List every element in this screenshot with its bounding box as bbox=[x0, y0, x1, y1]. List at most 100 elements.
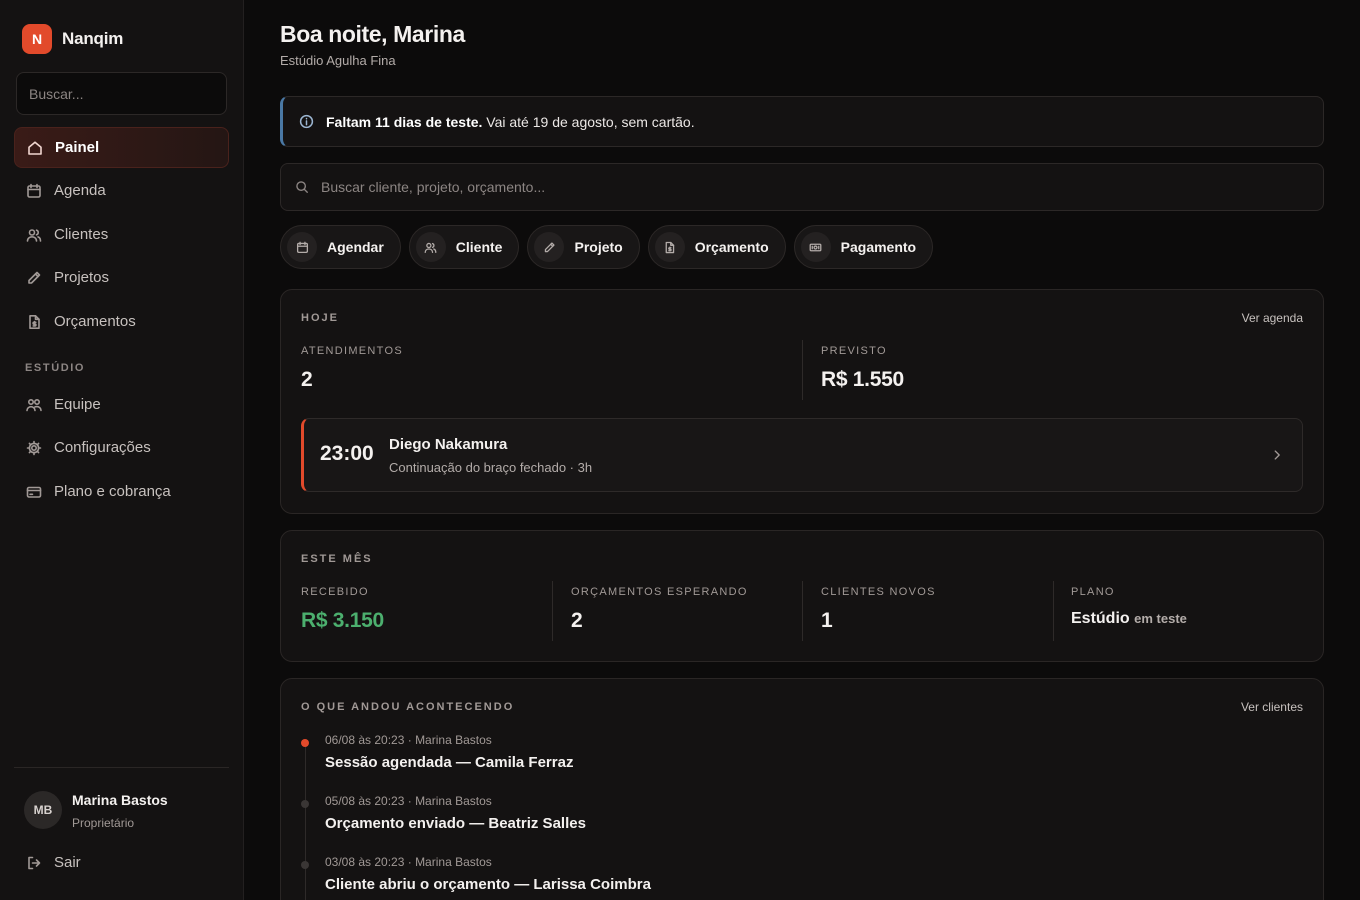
timeline-dot bbox=[301, 800, 309, 808]
document-dollar-icon bbox=[26, 314, 42, 330]
received-value: R$ 3.150 bbox=[301, 609, 384, 632]
quick-action-label: Pagamento bbox=[840, 239, 917, 255]
view-agenda-link[interactable]: Ver agenda bbox=[1242, 311, 1303, 325]
new-clients-value: 1 bbox=[821, 609, 833, 632]
activity-text[interactable]: Sessão agendada — Camila Ferraz bbox=[325, 754, 573, 771]
stat-divider bbox=[552, 581, 553, 641]
timeline-dot bbox=[301, 739, 309, 747]
activity-text[interactable]: Orçamento enviado — Beatriz Salles bbox=[325, 815, 586, 832]
trial-banner: Faltam 11 dias de teste. Vai até 19 de a… bbox=[280, 96, 1324, 147]
pen-icon bbox=[26, 270, 42, 286]
stat-divider bbox=[802, 581, 803, 641]
view-clients-link[interactable]: Ver clientes bbox=[1241, 700, 1303, 714]
activity-title: O QUE ANDOU ACONTECENDO bbox=[301, 701, 515, 713]
activity-text[interactable]: Cliente abriu o orçamento — Larissa Coim… bbox=[325, 876, 651, 893]
stat-divider bbox=[802, 340, 803, 400]
today-card: HOJE Ver agenda ATENDIMENTOS 2 PREVISTO … bbox=[280, 289, 1324, 514]
quick-action-orcamento[interactable]: Orçamento bbox=[647, 225, 786, 269]
info-icon bbox=[299, 114, 314, 129]
global-search[interactable] bbox=[280, 163, 1324, 211]
users-icon bbox=[26, 227, 42, 243]
credit-card-icon bbox=[26, 484, 42, 500]
sidebar-item-label: Projetos bbox=[54, 269, 110, 286]
trial-details: Vai até 19 de agosto, sem cartão. bbox=[486, 113, 695, 130]
logout-button[interactable]: Sair bbox=[14, 842, 229, 883]
trial-message: Faltam 11 dias de teste. Vai até 19 de a… bbox=[326, 114, 695, 130]
calendar-icon bbox=[287, 232, 317, 262]
team-icon bbox=[26, 397, 42, 413]
sidebar-item-plano[interactable]: Plano e cobrança bbox=[14, 471, 229, 512]
forecast-label: PREVISTO bbox=[821, 345, 887, 357]
avatar[interactable]: MB bbox=[24, 791, 62, 829]
activity-meta: 03/08 às 20:23 · Marina Bastos bbox=[325, 855, 492, 869]
quick-action-label: Projeto bbox=[574, 239, 623, 255]
user-name: Marina Bastos bbox=[72, 792, 168, 808]
plan-label: PLANO bbox=[1071, 586, 1115, 598]
appointment-client: Diego Nakamura bbox=[389, 436, 508, 453]
sidebar-item-agenda[interactable]: Agenda bbox=[14, 170, 229, 211]
logout-icon bbox=[26, 855, 42, 871]
sidebar-item-configuracoes[interactable]: Configurações bbox=[14, 427, 229, 468]
global-search-input[interactable] bbox=[321, 164, 1323, 210]
sidebar-section-title: ESTÚDIO bbox=[25, 362, 86, 374]
sidebar-item-label: Orçamentos bbox=[54, 313, 136, 330]
gear-icon bbox=[26, 440, 42, 456]
appointment-description: Continuação do braço fechado · 3h bbox=[389, 460, 593, 475]
sidebar-item-equipe[interactable]: Equipe bbox=[14, 384, 229, 425]
appointments-value: 2 bbox=[301, 368, 313, 391]
received-label: RECEBIDO bbox=[301, 586, 369, 598]
brand[interactable]: N Nanqim bbox=[22, 24, 123, 54]
sidebar-item-label: Plano e cobrança bbox=[54, 483, 171, 500]
timeline-line bbox=[305, 745, 306, 900]
pen-icon bbox=[534, 232, 565, 262]
pending-quotes-label: ORÇAMENTOS ESPERANDO bbox=[571, 586, 748, 598]
sidebar-item-painel[interactable]: Painel bbox=[14, 127, 229, 168]
new-clients-label: CLIENTES NOVOS bbox=[821, 586, 936, 598]
stat-divider bbox=[1053, 581, 1054, 641]
forecast-value: R$ 1.550 bbox=[821, 368, 904, 391]
sidebar-item-label: Clientes bbox=[54, 226, 109, 243]
sidebar-item-orcamentos[interactable]: Orçamentos bbox=[14, 301, 229, 342]
next-appointment[interactable]: 23:00 Diego Nakamura Continuação do braç… bbox=[301, 418, 1303, 492]
studio-name: Estúdio Agulha Fina bbox=[280, 53, 396, 68]
quick-actions: Agendar Cliente Projeto Orçamento Pagame… bbox=[280, 225, 934, 269]
activity-meta: 06/08 às 20:23 · Marina Bastos bbox=[325, 733, 492, 747]
pending-quotes-value: 2 bbox=[571, 609, 583, 632]
today-title: HOJE bbox=[301, 312, 339, 324]
calendar-icon bbox=[26, 183, 42, 199]
plan-status: em teste bbox=[1134, 611, 1187, 626]
sidebar-item-clientes[interactable]: Clientes bbox=[14, 214, 229, 255]
home-icon bbox=[27, 140, 43, 156]
users-icon bbox=[415, 232, 446, 262]
sidebar-item-label: Painel bbox=[55, 139, 100, 156]
plan-value: Estúdio em teste bbox=[1071, 610, 1187, 628]
chevron-right-icon bbox=[1270, 448, 1284, 462]
sidebar-item-label: Equipe bbox=[54, 396, 101, 413]
sidebar-item-label: Configurações bbox=[54, 439, 151, 456]
search-icon bbox=[295, 180, 309, 194]
banknote-icon bbox=[800, 232, 831, 262]
activity-card: O QUE ANDOU ACONTECENDO Ver clientes 06/… bbox=[280, 678, 1324, 900]
sidebar-search-input[interactable] bbox=[16, 72, 227, 115]
appointments-label: ATENDIMENTOS bbox=[301, 345, 403, 357]
quick-action-pagamento[interactable]: Pagamento bbox=[793, 225, 934, 269]
quick-action-cliente[interactable]: Cliente bbox=[408, 225, 520, 269]
sidebar-divider bbox=[14, 767, 229, 768]
quick-action-label: Orçamento bbox=[694, 239, 769, 255]
quick-action-agendar[interactable]: Agendar bbox=[280, 225, 401, 269]
sidebar-item-label: Agenda bbox=[54, 182, 106, 199]
brand-logo: N bbox=[22, 24, 52, 54]
brand-name: Nanqim bbox=[62, 29, 124, 48]
timeline-dot bbox=[301, 861, 309, 869]
plan-name: Estúdio bbox=[1071, 610, 1130, 627]
month-card: ESTE MÊS RECEBIDO R$ 3.150 ORÇAMENTOS ES… bbox=[280, 530, 1324, 662]
quick-action-projeto[interactable]: Projeto bbox=[527, 225, 640, 269]
logout-label: Sair bbox=[54, 854, 81, 871]
document-dollar-icon bbox=[654, 232, 685, 262]
quick-action-label: Agendar bbox=[327, 239, 384, 255]
page-title: Boa noite, Marina bbox=[280, 21, 465, 47]
main-content: Boa noite, Marina Estúdio Agulha Fina Fa… bbox=[244, 0, 1360, 900]
sidebar-item-projetos[interactable]: Projetos bbox=[14, 257, 229, 298]
month-title: ESTE MÊS bbox=[301, 553, 373, 565]
quick-action-label: Cliente bbox=[455, 239, 503, 255]
